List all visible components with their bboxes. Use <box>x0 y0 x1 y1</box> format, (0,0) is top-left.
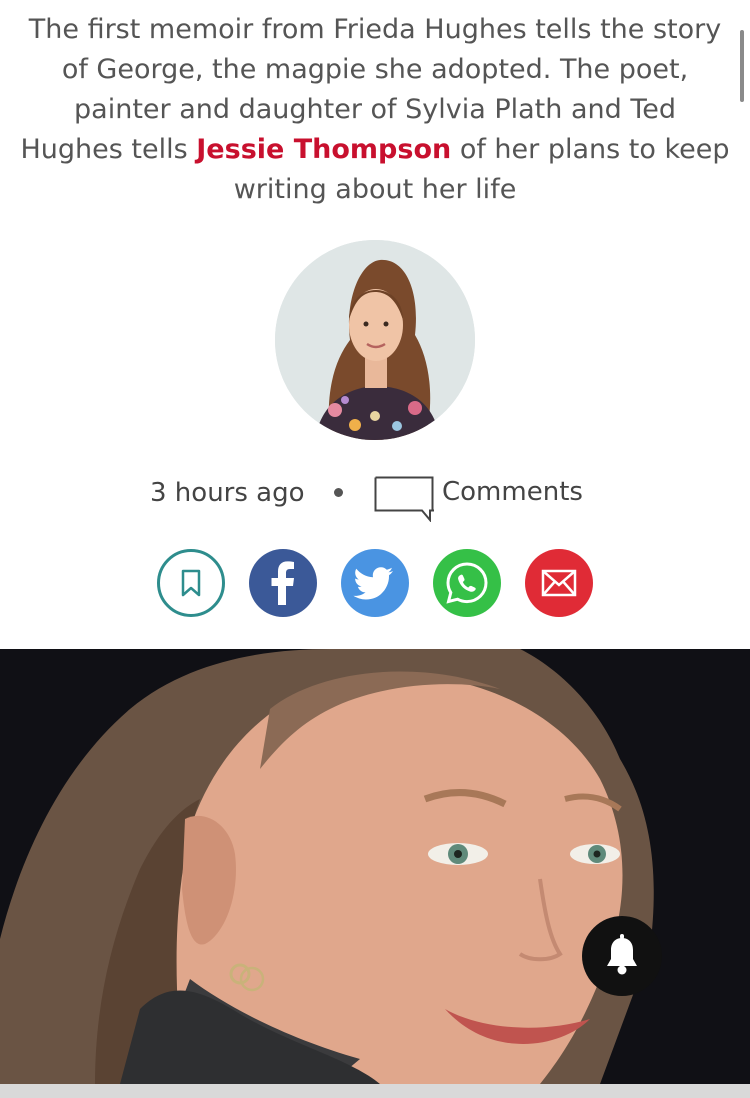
share-whatsapp-button[interactable] <box>433 549 501 617</box>
comments-label: Comments <box>442 477 583 507</box>
comment-bubble-icon <box>374 476 434 523</box>
share-facebook-button[interactable] <box>249 549 317 617</box>
scrollbar-thumb[interactable] <box>740 30 744 102</box>
author-link[interactable]: Jessie Thompson <box>196 134 451 165</box>
share-twitter-button[interactable] <box>341 549 409 617</box>
published-time: 3 hours ago <box>150 478 305 508</box>
email-icon <box>541 569 577 597</box>
hero-photo[interactable] <box>0 649 750 1084</box>
notifications-button[interactable] <box>582 916 662 996</box>
twitter-icon <box>353 567 393 600</box>
article-standfirst: The first memoir from Frieda Hughes tell… <box>20 10 730 210</box>
share-email-button[interactable] <box>525 549 593 617</box>
author-avatar[interactable] <box>275 240 475 440</box>
bell-icon <box>607 934 637 975</box>
bookmark-icon <box>181 569 201 597</box>
facebook-icon <box>271 561 294 605</box>
bottom-toolbar <box>0 1084 750 1098</box>
separator-dot <box>334 488 343 497</box>
whatsapp-icon <box>446 562 488 604</box>
bookmark-button[interactable] <box>157 549 225 617</box>
